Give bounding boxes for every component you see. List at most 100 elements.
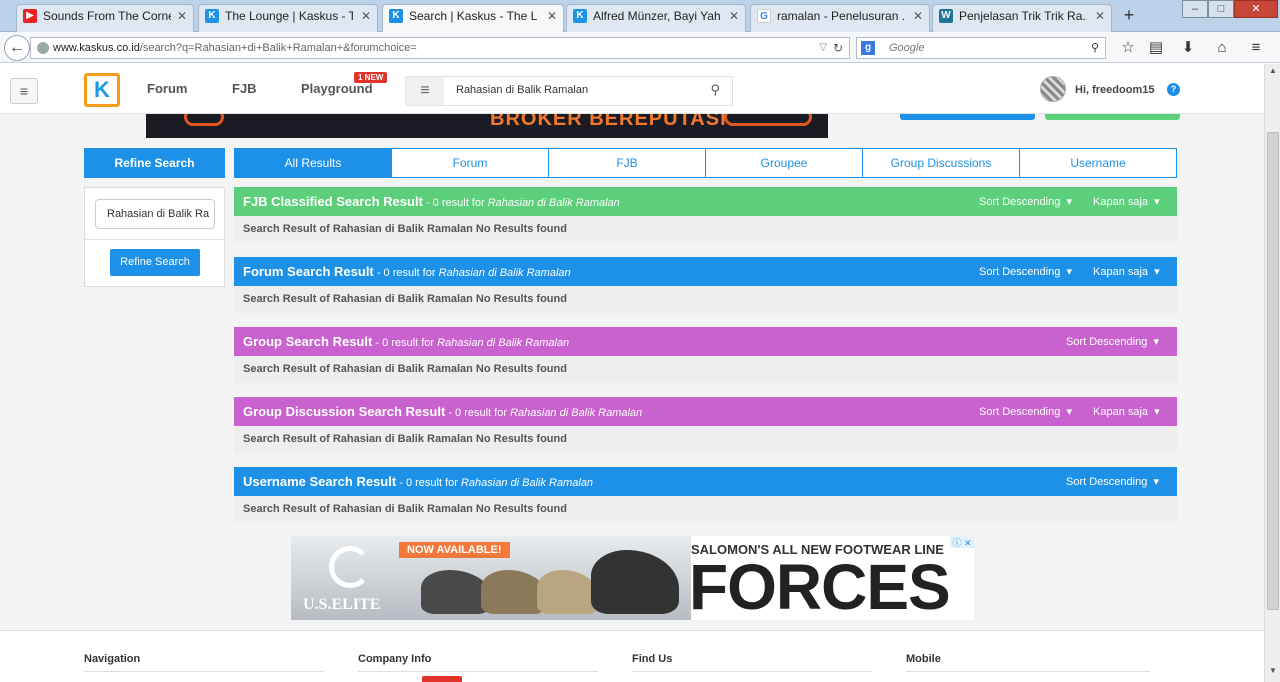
page: ≡ K Forum FJB Playground 1 NEW ≡ Rahasia… [0,64,1264,682]
google-icon[interactable]: g [861,41,875,55]
time-dropdown[interactable]: Kapan saja ▾ [1093,265,1160,278]
nav-forum[interactable]: Forum [147,81,187,96]
scroll-up-icon[interactable]: ▲ [1265,66,1280,80]
maximize-button[interactable]: □ [1208,0,1234,18]
group-result-section: Group Search Result - 0 result for Rahas… [234,327,1177,383]
divider [632,671,872,672]
header-search-input[interactable]: Rahasian di Balik Ramalan [456,84,588,96]
sort-dropdown[interactable]: Sort Descending ▾ [979,195,1072,208]
browser-search-input[interactable]: g Google ⚲ [856,37,1106,59]
youtube-icon: ▶ [23,9,37,23]
url-bar[interactable]: www.kaskus.co.id/search?q=Rahasian+di+Ba… [30,37,850,59]
footer-heading-find-us: Find Us [632,653,673,665]
reading-list-icon[interactable]: ▤ [1146,38,1166,58]
kaskus-logo[interactable]: K [84,73,120,107]
section-header: Group Discussion Search Result - 0 resul… [234,397,1177,426]
nav-fjb[interactable]: FJB [232,81,257,96]
browser-tab-4[interactable]: G ramalan - Penelusuran ... ✕ [750,4,930,32]
avatar[interactable] [1040,76,1066,102]
tab-groupee[interactable]: Groupee [705,148,863,178]
browser-tab-1[interactable]: K The Lounge | Kaskus - T... ✕ [198,4,378,32]
browser-nav-bar: ← www.kaskus.co.id/search?q=Rahasian+di+… [0,32,1280,63]
home-icon[interactable]: ⌂ [1212,38,1232,58]
tab-group-discussions[interactable]: Group Discussions [862,148,1020,178]
divider [358,671,598,672]
browser-tab-bar: ▶ Sounds From The Corne... ✕ K The Loung… [0,0,1280,33]
fjb-result-section: FJB Classified Search Result - 0 result … [234,187,1177,243]
forum-result-section: Forum Search Result - 0 result for Rahas… [234,257,1177,313]
refine-search-heading: Refine Search [84,148,225,178]
bookmark-star-icon[interactable]: ☆ [1118,38,1138,58]
sort-dropdown[interactable]: Sort Descending ▾ [979,265,1072,278]
hamburger-menu-icon[interactable]: ≡ [1246,38,1266,58]
top-banner-ad[interactable]: BROKER BEREPUTASI [146,114,828,138]
no-results-message: Search Result of Rahasian di Balik Ramal… [234,496,1177,523]
browser-tab-3[interactable]: K Alfred Münzer, Bayi Yah... ✕ [566,4,746,32]
close-icon[interactable]: ✕ [1095,5,1105,27]
ad-available-badge: NOW AVAILABLE! [399,542,510,558]
dropdown-icon[interactable]: ▽ [819,38,827,58]
no-results-message: Search Result of Rahasian di Balik Ramal… [234,356,1177,383]
browser-tab-2[interactable]: K Search | Kaskus - The La... ✕ [382,4,564,33]
site-header: ≡ K Forum FJB Playground 1 NEW ≡ Rahasia… [0,64,1264,114]
scrollbar-thumb[interactable] [1267,132,1279,610]
close-icon[interactable]: ✕ [361,5,371,27]
wordpress-icon: W [939,9,953,23]
divider [906,671,1150,672]
close-icon[interactable]: ✕ [177,5,187,27]
close-icon[interactable]: ✕ [913,5,923,27]
menu-toggle-button[interactable]: ≡ [10,78,38,104]
close-icon[interactable]: ✕ [547,5,557,27]
footer-badge [422,676,462,682]
url-domain: www.kaskus.co.id [53,42,140,54]
no-results-message: Search Result of Rahasian di Balik Ramal… [234,426,1177,453]
minimize-button[interactable]: – [1182,0,1208,18]
tab-forum[interactable]: Forum [391,148,549,178]
tab-label: The Lounge | Kaskus - T... [225,9,353,23]
footer-heading-company: Company Info [358,653,432,665]
tab-all-results[interactable]: All Results [234,148,392,178]
group-discussion-result-section: Group Discussion Search Result - 0 resul… [234,397,1177,453]
search-icon[interactable]: ⚲ [1091,38,1099,58]
scroll-down-icon[interactable]: ▼ [1265,666,1280,680]
section-title: Group Search Result - 0 result for Rahas… [243,334,570,349]
header-action-button[interactable] [1045,114,1180,120]
tab-label: Penjelasan Trik Trik Ra... [959,9,1087,23]
refine-search-input[interactable]: Rahasian di Balik Ra [95,199,215,229]
reload-icon[interactable]: ↻ [833,38,843,58]
sort-dropdown[interactable]: Sort Descending ▾ [1066,475,1159,488]
ad-close-icon[interactable]: ⓘ ✕ [950,536,974,548]
browser-tab-0[interactable]: ▶ Sounds From The Corne... ✕ [16,4,194,32]
back-button[interactable]: ← [4,35,30,61]
time-dropdown[interactable]: Kapan saja ▾ [1093,195,1160,208]
ad-brand: U.S.ELITE [303,596,381,613]
time-dropdown[interactable]: Kapan saja ▾ [1093,405,1160,418]
search-icon[interactable]: ⚲ [710,82,720,98]
user-greeting[interactable]: Hi, freedoom15 [1075,84,1154,96]
no-results-message: Search Result of Rahasian di Balik Ramal… [234,286,1177,313]
window-close-button[interactable]: ✕ [1234,0,1278,18]
no-results-message: Search Result of Rahasian di Balik Ramal… [234,216,1177,243]
category-menu-icon[interactable]: ≡ [406,77,444,105]
new-tab-button[interactable]: + [1118,4,1140,28]
nav-playground[interactable]: Playground [301,81,373,96]
header-search[interactable]: ≡ Rahasian di Balik Ramalan ⚲ [405,76,733,106]
sort-dropdown[interactable]: Sort Descending ▾ [1066,335,1159,348]
tab-username[interactable]: Username [1019,148,1177,178]
tab-fjb[interactable]: FJB [548,148,706,178]
sort-dropdown[interactable]: Sort Descending ▾ [979,405,1072,418]
section-header: Group Search Result - 0 result for Rahas… [234,327,1177,356]
brand-logo-icon [329,546,371,588]
download-icon[interactable]: ⬇ [1178,38,1198,58]
tab-label: ramalan - Penelusuran ... [777,9,905,23]
browser-tab-5[interactable]: W Penjelasan Trik Trik Ra... ✕ [932,4,1112,32]
header-action-button[interactable] [900,114,1035,120]
section-header: Username Search Result - 0 result for Ra… [234,467,1177,496]
kaskus-icon: K [205,9,219,23]
footwear-ad-banner[interactable]: U.S.ELITE NOW AVAILABLE! SALOMON'S ALL N… [291,536,974,620]
close-icon[interactable]: ✕ [729,5,739,27]
refine-search-button[interactable]: Refine Search [110,249,200,276]
google-icon: G [757,9,771,23]
page-scrollbar[interactable]: ▲ ▼ [1264,64,1280,682]
help-icon[interactable]: ? [1167,83,1180,96]
